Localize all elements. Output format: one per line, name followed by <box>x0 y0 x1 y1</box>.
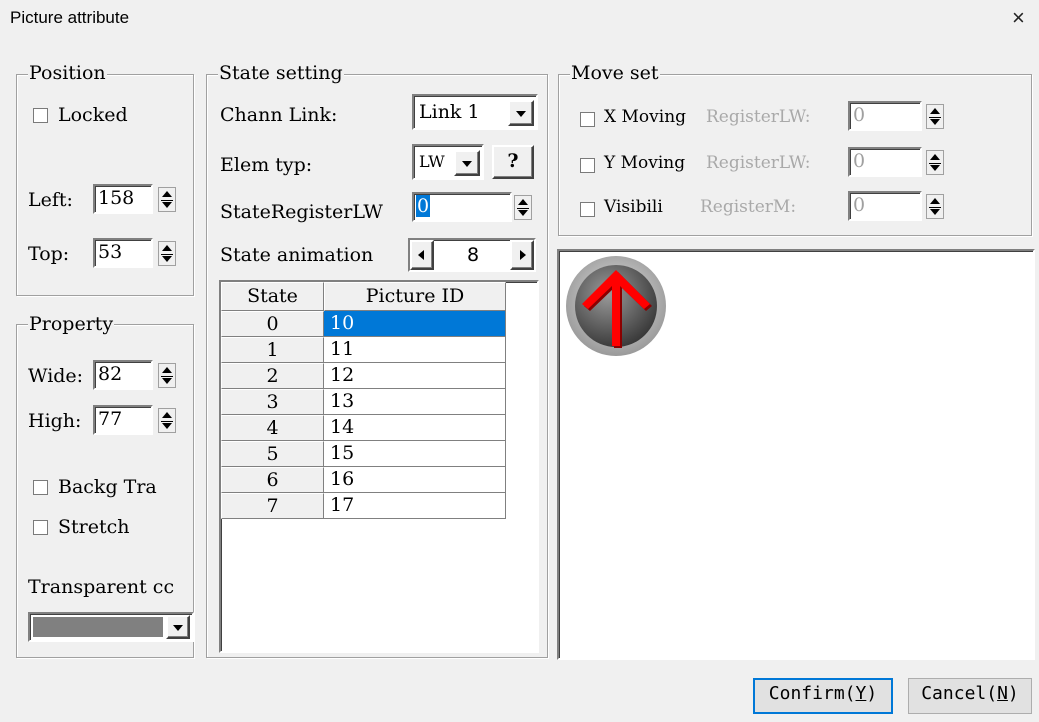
cancel-accel-key: N <box>997 683 1008 704</box>
state-setting-legend: State setting <box>218 62 344 84</box>
cancel-button[interactable]: Cancel(N) <box>908 678 1032 714</box>
caret-right-icon <box>520 250 526 260</box>
high-spinner[interactable] <box>158 408 176 433</box>
stretch-checkbox[interactable] <box>33 520 48 535</box>
state-register-input[interactable]: 0 <box>412 192 512 222</box>
picture-preview <box>557 249 1035 660</box>
confirm-button[interactable]: Confirm(Y) <box>753 678 893 714</box>
state-animation-value: 8 <box>466 244 480 266</box>
y-moving-register-input[interactable]: 0 <box>848 147 922 177</box>
close-icon[interactable]: × <box>1012 5 1025 31</box>
elem-type-label: Elem typ: <box>220 154 313 176</box>
transparent-color-label: Transparent cc <box>28 576 175 598</box>
elem-type-dropdown-button[interactable] <box>454 150 480 176</box>
window-title: Picture attribute <box>10 8 130 27</box>
wide-label: Wide: <box>28 365 84 387</box>
state-register-label: StateRegisterLW <box>220 201 383 223</box>
left-input[interactable]: 158 <box>93 184 153 214</box>
state-animation-label: State animation <box>220 244 374 266</box>
red-up-arrow-circle-icon <box>566 256 666 356</box>
y-moving-spinner[interactable] <box>926 150 944 175</box>
visibility-label: Visibili <box>604 197 663 217</box>
state-register-spinner[interactable] <box>514 195 532 220</box>
cancel-close-paren: ) <box>1007 683 1019 704</box>
chann-link-value: Link 1 <box>419 101 480 123</box>
chann-link-dropdown[interactable]: Link 1 <box>412 94 538 130</box>
chann-link-label: Chann Link: <box>220 104 338 126</box>
table-row-picture-id[interactable]: 16 <box>324 467 506 493</box>
table-row-picture-id[interactable]: 10 <box>324 311 506 337</box>
animation-prev-button[interactable] <box>410 240 434 270</box>
backg-transparent-checkbox[interactable] <box>33 480 48 495</box>
x-moving-checkbox[interactable] <box>580 112 595 127</box>
table-row-picture-id[interactable]: 17 <box>324 493 506 519</box>
table-row-state[interactable]: 0 <box>221 311 324 337</box>
high-label: High: <box>28 410 82 432</box>
table-row-state[interactable]: 6 <box>221 467 324 493</box>
wide-spinner[interactable] <box>158 363 176 388</box>
elem-type-value: LW <box>419 152 445 171</box>
picture-id-column-header[interactable]: Picture ID <box>324 282 506 311</box>
table-row-picture-id[interactable]: 11 <box>324 337 506 363</box>
caret-left-icon <box>418 250 424 260</box>
table-row-picture-id[interactable]: 14 <box>324 415 506 441</box>
animation-next-button[interactable] <box>510 240 534 270</box>
move-set-legend: Move set <box>570 62 660 84</box>
table-row-state[interactable]: 4 <box>221 415 324 441</box>
stretch-label: Stretch <box>58 516 130 538</box>
chevron-down-icon <box>516 111 526 117</box>
top-input[interactable]: 53 <box>93 238 153 268</box>
position-legend: Position <box>28 62 107 84</box>
top-spinner[interactable] <box>158 241 176 266</box>
confirm-button-text: Confirm( <box>768 683 856 704</box>
chevron-down-icon <box>173 625 183 631</box>
property-legend: Property <box>28 313 115 335</box>
top-label: Top: <box>28 243 70 265</box>
state-register-value: 0 <box>416 195 431 217</box>
chevron-down-icon <box>462 161 472 167</box>
locked-checkbox[interactable] <box>33 108 48 123</box>
help-button[interactable]: ? <box>492 145 534 179</box>
x-moving-register-input[interactable]: 0 <box>848 101 922 131</box>
table-row-state[interactable]: 7 <box>221 493 324 519</box>
transparent-color-swatch <box>33 617 163 637</box>
confirm-accel-key: Y <box>855 683 867 704</box>
high-input[interactable]: 77 <box>93 405 153 435</box>
y-moving-checkbox[interactable] <box>580 158 595 173</box>
dropdown-button[interactable] <box>166 615 190 639</box>
table-row-picture-id[interactable]: 15 <box>324 441 506 467</box>
locked-label: Locked <box>58 104 128 126</box>
state-animation-control[interactable]: 8 <box>408 238 536 272</box>
visibility-register-label: RegisterM: <box>700 197 797 217</box>
left-spinner[interactable] <box>158 187 176 212</box>
state-column-header[interactable]: State <box>221 282 324 311</box>
x-moving-register-label: RegisterLW: <box>706 107 811 127</box>
x-moving-label: X Moving <box>604 107 687 127</box>
backg-transparent-label: Backg Tra <box>58 476 157 498</box>
y-moving-register-label: RegisterLW: <box>706 153 811 173</box>
visibility-register-input[interactable]: 0 <box>848 191 922 221</box>
state-table: State Picture ID 0 10 1 11 2 12 3 13 4 1… <box>219 280 539 653</box>
visibility-checkbox[interactable] <box>580 202 595 217</box>
x-moving-spinner[interactable] <box>926 104 944 129</box>
chann-link-dropdown-button[interactable] <box>508 100 534 126</box>
table-row-picture-id[interactable]: 13 <box>324 389 506 415</box>
visibility-spinner[interactable] <box>926 194 944 219</box>
table-row-picture-id[interactable]: 12 <box>324 363 506 389</box>
y-moving-label: Y Moving <box>604 153 686 173</box>
transparent-color-dropdown[interactable] <box>28 612 194 642</box>
elem-type-dropdown[interactable]: LW <box>412 144 484 180</box>
table-row-state[interactable]: 2 <box>221 363 324 389</box>
cancel-button-text: Cancel( <box>921 683 998 704</box>
confirm-close-paren: ) <box>866 683 878 704</box>
table-row-state[interactable]: 3 <box>221 389 324 415</box>
wide-input[interactable]: 82 <box>93 360 153 390</box>
table-row-state[interactable]: 5 <box>221 441 324 467</box>
table-row-state[interactable]: 1 <box>221 337 324 363</box>
left-label: Left: <box>28 189 73 211</box>
